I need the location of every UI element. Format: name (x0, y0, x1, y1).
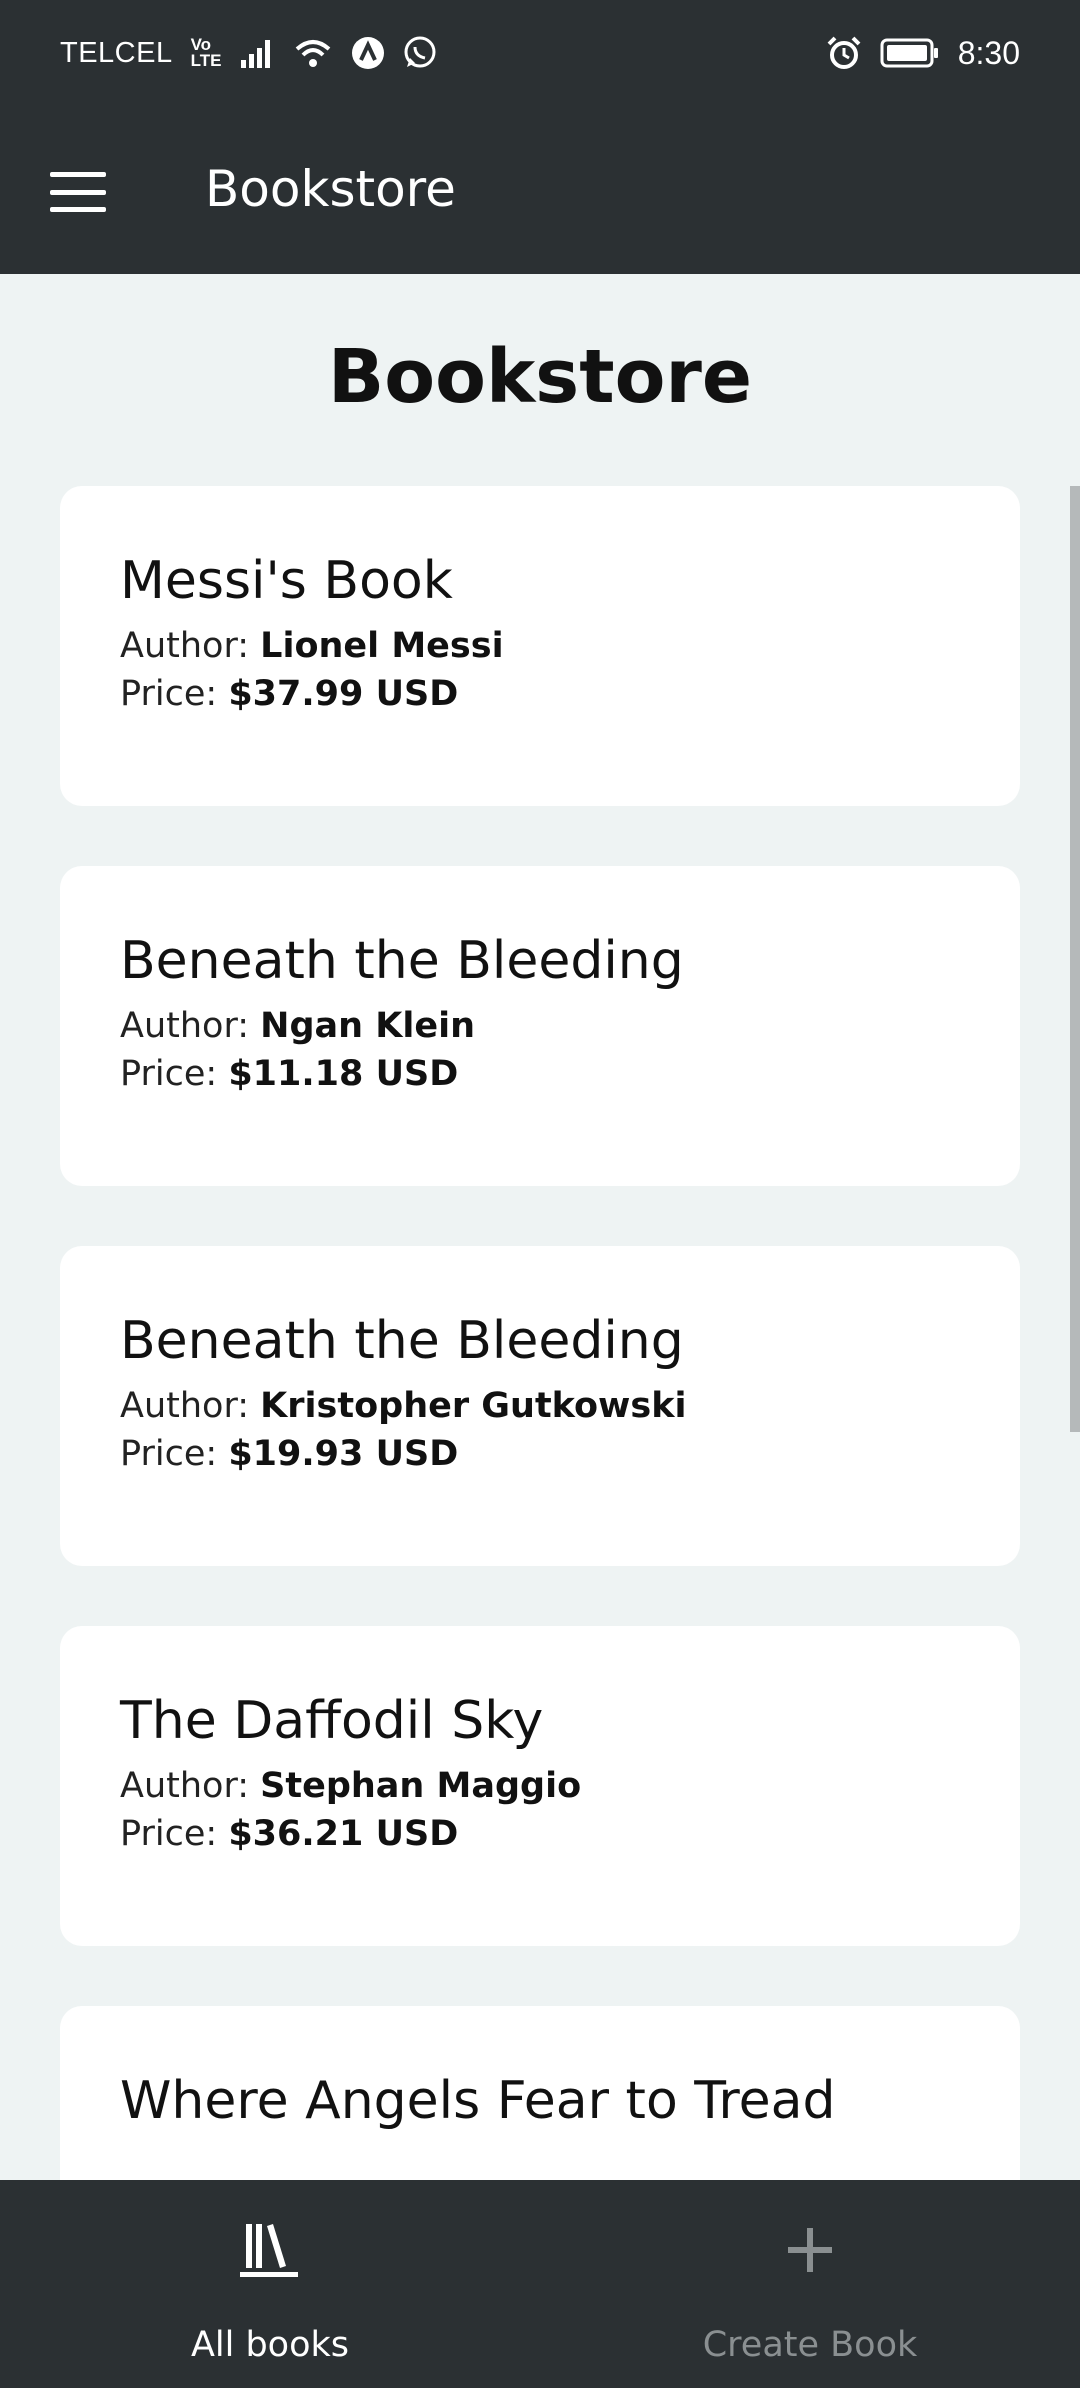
library-books-icon (240, 2224, 298, 2277)
app-bar-title: Bookstore (205, 160, 456, 218)
nav-label-create-book: Create Book (702, 2325, 918, 2365)
author-label: Author: (120, 1006, 250, 1046)
book-card[interactable]: Where Angels Fear to Tread (60, 2006, 1020, 2180)
book-title: The Daffodil Sky (120, 1691, 544, 1751)
status-bar: TELCEL Vo LTE 8:30 (0, 0, 1080, 106)
nav-label-all-books: All books (190, 2325, 350, 2365)
book-price: $11.18 USD (228, 1054, 459, 1094)
book-author-line: Author: Kristopher Gutkowski (120, 1386, 960, 1426)
book-title: Messi's Book (120, 551, 453, 611)
nav-all-books[interactable]: All books (0, 2180, 540, 2388)
book-author-line: Author: Lionel Messi (120, 626, 960, 666)
book-price-line: Price: $19.93 USD (120, 1434, 960, 1474)
price-label: Price: (120, 674, 218, 714)
book-price-line: Price: $36.21 USD (120, 1814, 960, 1854)
page-title: Bookstore (327, 334, 753, 420)
book-card[interactable]: Beneath the Bleeding Author: Kristopher … (60, 1246, 1020, 1566)
battery-icon (880, 38, 938, 68)
book-price-line: Price: $11.18 USD (120, 1054, 960, 1094)
signal-icon (241, 40, 271, 68)
book-price: $19.93 USD (228, 1434, 459, 1474)
book-card[interactable]: The Daffodil Sky Author: Stephan Maggio … (60, 1626, 1020, 1946)
carrier-name: TELCEL (60, 36, 173, 69)
app-notification-icon (352, 37, 385, 69)
wifi-icon (296, 40, 331, 67)
author-label: Author: (120, 626, 250, 666)
book-author: Ngan Klein (260, 1006, 475, 1046)
book-author: Kristopher Gutkowski (260, 1386, 687, 1426)
author-label: Author: (120, 1386, 250, 1426)
volte-bottom: LTE (190, 51, 222, 70)
book-author: Lionel Messi (260, 626, 504, 666)
book-author-line: Author: Ngan Klein (120, 1006, 960, 1046)
alarm-icon (827, 36, 861, 69)
book-title: Beneath the Bleeding (120, 1311, 684, 1371)
plus-icon (788, 2228, 832, 2272)
whatsapp-icon (404, 36, 436, 68)
book-price: $36.21 USD (228, 1814, 459, 1854)
app-bar: Bookstore (0, 106, 1080, 274)
book-price: $37.99 USD (228, 674, 459, 714)
nav-create-book[interactable]: Create Book (540, 2180, 1080, 2388)
scrollbar[interactable] (1070, 486, 1080, 1432)
book-author-line: Author: Stephan Maggio (120, 1766, 960, 1806)
volte-indicator: Vo LTE (190, 36, 222, 70)
book-list-content[interactable]: Bookstore Messi's Book Author: Lionel Me… (0, 274, 1080, 2180)
bottom-navigation: All books Create Book (0, 2180, 1080, 2388)
book-author: Stephan Maggio (260, 1766, 582, 1806)
book-title: Where Angels Fear to Tread (120, 2071, 836, 2131)
status-left: TELCEL Vo LTE (60, 36, 437, 70)
book-card[interactable]: Beneath the Bleeding Author: Ngan Klein … (60, 866, 1020, 1186)
price-label: Price: (120, 1054, 218, 1094)
book-price-line: Price: $37.99 USD (120, 674, 960, 714)
author-label: Author: (120, 1766, 250, 1806)
hamburger-menu-icon[interactable] (50, 172, 106, 212)
price-label: Price: (120, 1434, 218, 1474)
book-card[interactable]: Messi's Book Author: Lionel Messi Price:… (60, 486, 1020, 806)
price-label: Price: (120, 1814, 218, 1854)
status-time: 8:30 (957, 34, 1020, 71)
book-title: Beneath the Bleeding (120, 931, 684, 991)
status-right: 8:30 (826, 35, 1020, 72)
